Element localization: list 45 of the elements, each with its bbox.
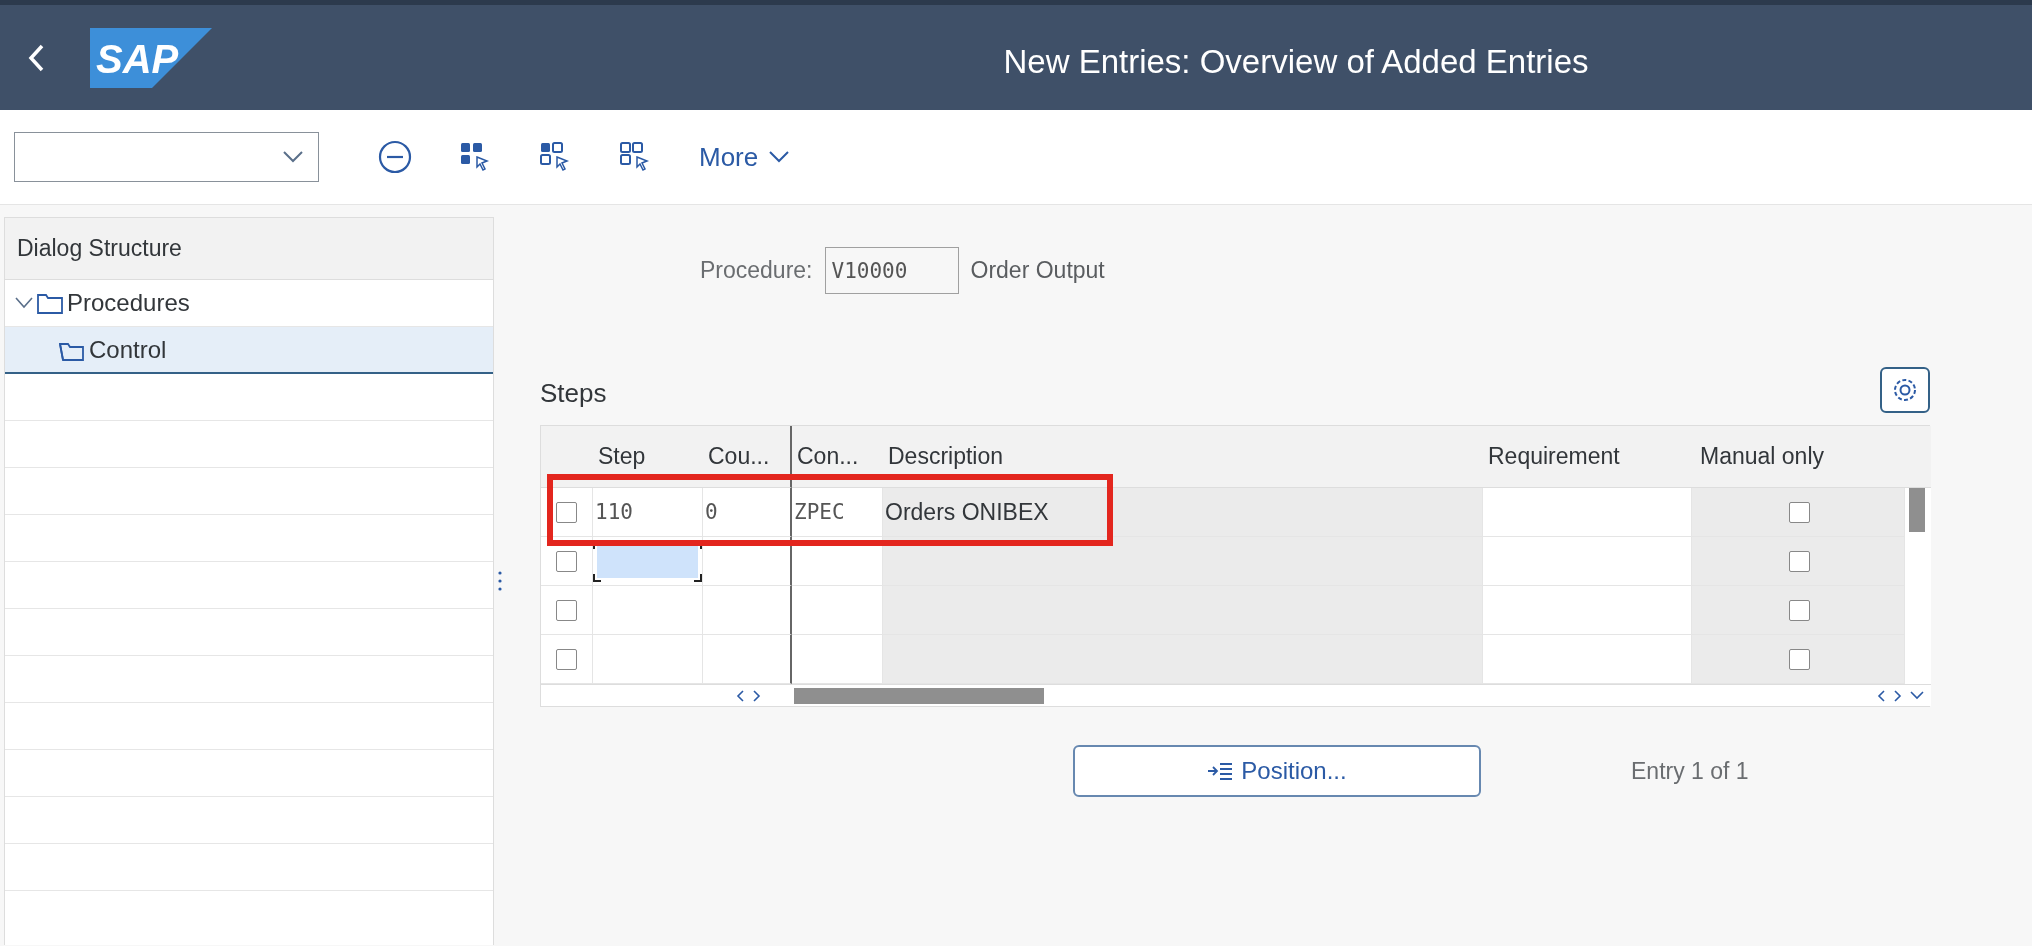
input-cell[interactable]: 0 [703, 488, 792, 537]
chevron-down-icon [768, 150, 791, 164]
row-selector[interactable] [556, 599, 577, 621]
position-icon [1207, 761, 1234, 781]
row-selector[interactable] [556, 550, 577, 572]
input-cell[interactable] [703, 586, 792, 635]
column-header[interactable]: Step [593, 426, 703, 488]
checkbox[interactable] [1788, 550, 1810, 572]
command-dropdown[interactable] [14, 132, 319, 182]
column-header[interactable]: Cou... [703, 426, 792, 488]
tree-item-label: Control [89, 335, 167, 364]
panel-title: Dialog Structure [5, 218, 493, 280]
splitter-handle-icon[interactable] [498, 570, 502, 592]
scroll-thumb[interactable] [794, 687, 1044, 704]
column-header[interactable]: Con... [792, 426, 883, 488]
settings-button[interactable] [1880, 367, 1930, 413]
minus-circle-button[interactable] [377, 139, 413, 175]
table-title: Steps [540, 378, 607, 409]
folder-icon [37, 292, 63, 314]
row-selector[interactable] [556, 648, 577, 670]
row-selector[interactable] [556, 501, 577, 523]
window-title: New Entries: Overview of Added Entries [1003, 43, 1589, 81]
input-cell[interactable] [703, 635, 792, 684]
input-cell[interactable]: 110 [593, 488, 703, 537]
position-button[interactable]: Position... [1073, 745, 1481, 797]
procedure-field[interactable]: V10000 [824, 247, 959, 294]
minus-circle-icon [377, 139, 413, 175]
column-header[interactable]: Manual only [1692, 426, 1905, 488]
sap-logo: SAP [90, 27, 212, 88]
tree-item-label: Procedures [67, 289, 190, 317]
input-cell[interactable]: ZPEC [792, 488, 883, 537]
checkbox[interactable] [1788, 501, 1810, 523]
procedure-description: Order Output [970, 257, 1105, 284]
column-header[interactable]: Description [883, 426, 1483, 488]
checkbox[interactable] [1788, 599, 1810, 621]
scroll-thumb[interactable] [1909, 488, 1925, 532]
settings-icon [1891, 376, 1919, 404]
column-header[interactable]: Requirement [1483, 426, 1692, 488]
field-label: Procedure: [700, 257, 813, 284]
more-button[interactable]: More [693, 140, 797, 174]
chevron-down-icon [282, 150, 304, 164]
entry-counter: Entry 1 of 1 [1631, 757, 1749, 785]
table-cell: Orders ONIBEX [883, 488, 1483, 537]
checkbox[interactable] [1788, 648, 1810, 670]
tree-row-selected[interactable]: Control [5, 327, 493, 374]
